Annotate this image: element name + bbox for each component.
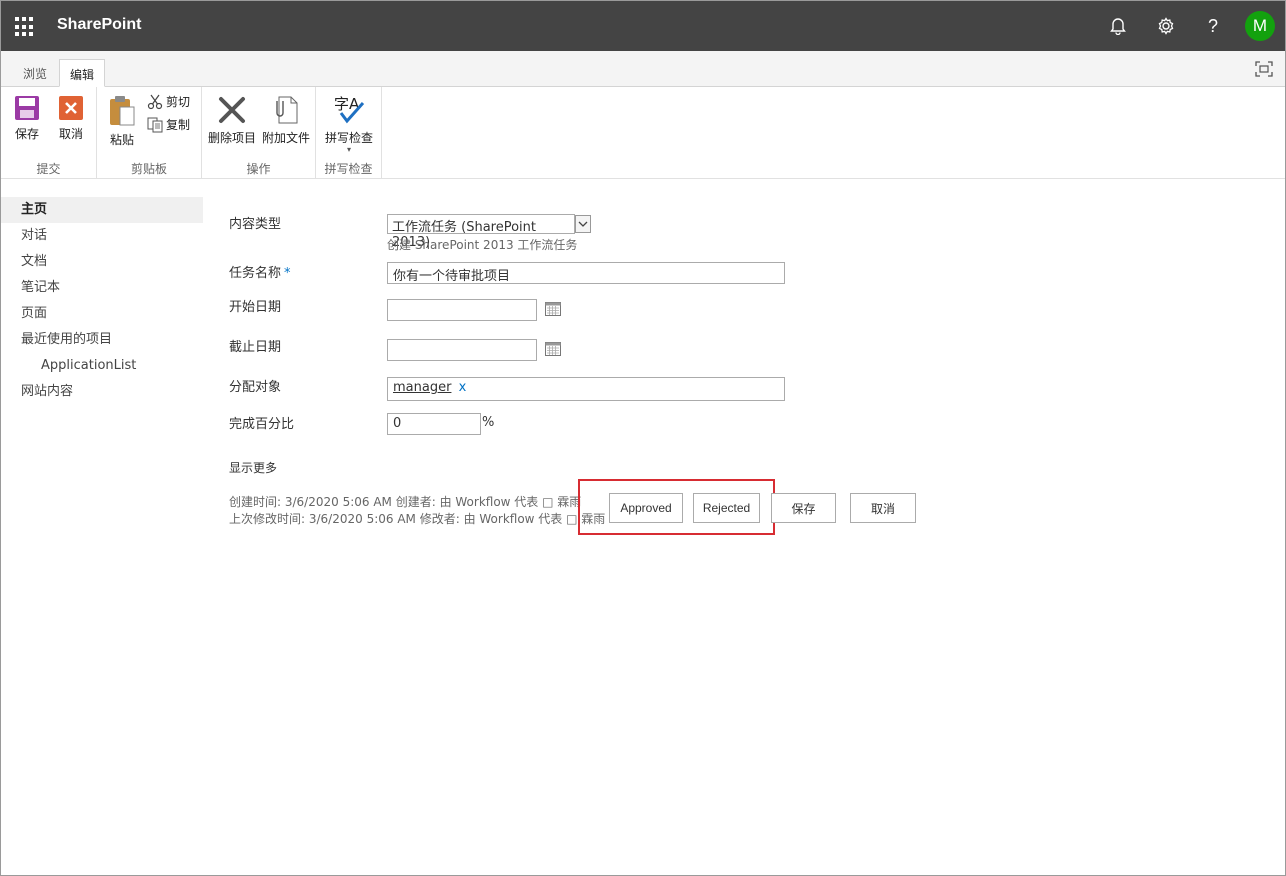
content-type-select[interactable]: 工作流任务 (SharePoint 2013) (387, 214, 575, 250)
scissors-icon (147, 94, 163, 109)
content-type-label: 内容类型 (229, 217, 282, 232)
nav-item-documents[interactable]: 文档 (1, 249, 203, 275)
tab-edit[interactable]: 编辑 (59, 59, 106, 87)
percent-complete-input[interactable]: 0 (387, 413, 481, 435)
ribbon-tab-row: 浏览 编辑 (1, 51, 1285, 87)
percent-unit: % (482, 415, 495, 430)
cancel-form-button[interactable]: 取消 (850, 493, 916, 523)
avatar[interactable]: M (1245, 11, 1275, 41)
nav-item-conversations[interactable]: 对话 (1, 223, 203, 249)
chevron-down-icon: ▾ (346, 145, 351, 154)
calendar-icon[interactable] (545, 342, 561, 356)
start-date-input[interactable] (387, 299, 537, 321)
help-icon[interactable]: ? (1200, 13, 1226, 39)
paste-label: 粘贴 (109, 133, 134, 147)
task-name-label: 任务名称 * (229, 266, 291, 281)
nav-item-home[interactable]: 主页 (1, 197, 203, 223)
group-label-clipboard: 剪贴板 (130, 162, 167, 176)
rejected-button[interactable]: Rejected (693, 493, 760, 523)
group-label-actions: 操作 (246, 162, 271, 176)
percent-complete-label: 完成百分比 (229, 417, 295, 432)
paste-icon (110, 96, 135, 126)
nav-item-pages[interactable]: 页面 (1, 301, 203, 327)
brand-name[interactable]: SharePoint (57, 16, 141, 34)
delete-icon (219, 97, 245, 123)
bell-icon[interactable] (1105, 13, 1131, 39)
delete-item-button[interactable]: 删除项目 (206, 95, 258, 146)
nav-item-notebook[interactable]: 笔记本 (1, 275, 203, 301)
save-form-button[interactable]: 保存 (771, 493, 836, 523)
ribbon-group-commit: 保存 取消 提交 (1, 87, 97, 179)
focus-on-content-icon[interactable] (1255, 61, 1273, 77)
created-info: 创建时间: 3/6/2020 5:06 AM 创建者: 由 Workflow 代… (229, 495, 582, 509)
nav-item-applicationlist[interactable]: ApplicationList (1, 353, 203, 379)
app-launcher-icon[interactable] (15, 17, 35, 37)
ribbon-group-actions: 删除项目 附加文件 操作 (202, 87, 316, 179)
attach-file-label: 附加文件 (261, 131, 310, 145)
group-label-spelling: 拼写检查 (324, 162, 373, 176)
assigned-user[interactable]: manager (393, 380, 451, 395)
cancel-button[interactable]: 取消 (55, 95, 87, 142)
cut-label: 剪切 (166, 95, 191, 109)
show-more-link[interactable]: 显示更多 (229, 459, 277, 476)
nav-item-site-contents[interactable]: 网站内容 (1, 379, 203, 405)
attach-file-button[interactable]: 附加文件 (260, 95, 312, 146)
save-icon (15, 96, 39, 120)
cancel-icon (59, 96, 83, 120)
due-date-label: 截止日期 (229, 340, 282, 355)
ribbon-group-spelling: 字A 拼写检查 ▾ 拼写检查 (316, 87, 382, 179)
copy-button[interactable]: 复制 (147, 116, 190, 133)
gear-icon[interactable] (1153, 13, 1179, 39)
remove-user-icon[interactable]: x (459, 380, 467, 395)
group-label-commit: 提交 (36, 162, 61, 176)
assigned-to-label: 分配对象 (229, 380, 282, 395)
spelling-icon: 字A (334, 95, 365, 124)
task-name-input[interactable]: 你有一个待审批项目 (387, 262, 785, 284)
left-navigation: 主页 对话 文档 笔记本 页面 最近使用的项目 ApplicationList … (1, 197, 203, 405)
content-type-hint: 创建 SharePoint 2013 工作流任务 (387, 238, 578, 252)
due-date-input[interactable] (387, 339, 537, 361)
paste-button[interactable]: 粘贴 (105, 95, 139, 148)
attach-icon (276, 96, 298, 124)
copy-icon (147, 117, 163, 132)
tab-browse[interactable]: 浏览 (13, 59, 57, 87)
modified-info: 上次修改时间: 3/6/2020 5:06 AM 修改者: 由 Workflow… (229, 512, 606, 526)
suite-bar: SharePoint ? M (1, 1, 1285, 51)
calendar-icon[interactable] (545, 302, 561, 316)
chevron-down-icon[interactable] (575, 215, 591, 233)
cancel-label: 取消 (58, 127, 83, 141)
start-date-label: 开始日期 (229, 300, 282, 315)
delete-item-label: 删除项目 (207, 131, 256, 145)
save-label: 保存 (14, 127, 39, 141)
nav-item-recent[interactable]: 最近使用的项目 (1, 327, 203, 353)
ribbon: 保存 取消 提交 粘贴 剪切 复制 剪贴板 删除项目 附加文件 操作 字A 拼写… (1, 87, 1285, 179)
copy-label: 复制 (166, 118, 191, 132)
ribbon-group-clipboard: 粘贴 剪切 复制 剪贴板 (97, 87, 202, 179)
spelling-check-button[interactable]: 字A 拼写检查 ▾ (322, 93, 376, 154)
cut-button[interactable]: 剪切 (147, 93, 190, 110)
approved-button[interactable]: Approved (609, 493, 683, 523)
spelling-check-label: 拼写检查 (324, 131, 373, 145)
assigned-to-input[interactable]: manager x (387, 377, 785, 401)
save-button[interactable]: 保存 (11, 95, 43, 142)
